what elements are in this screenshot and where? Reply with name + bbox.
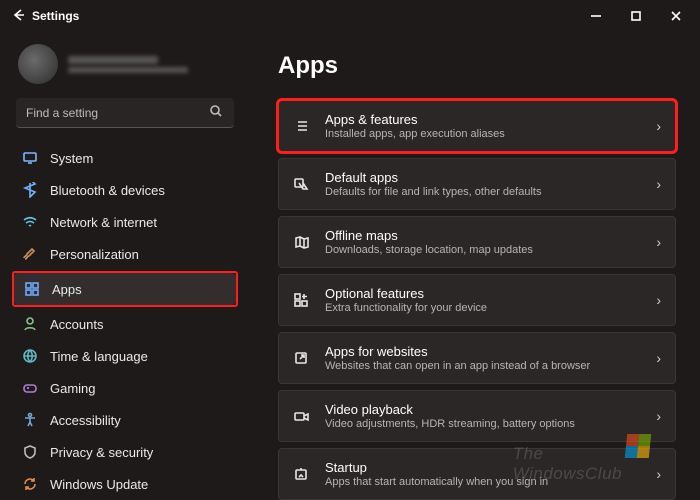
startup-icon xyxy=(291,464,311,484)
settings-card-default-apps[interactable]: Default appsDefaults for file and link t… xyxy=(278,158,676,210)
settings-card-optional-features[interactable]: Optional featuresExtra functionality for… xyxy=(278,274,676,326)
chevron-right-icon: › xyxy=(656,118,661,134)
highlight-annotation: Apps xyxy=(12,271,238,307)
card-title: Apps & features xyxy=(325,112,642,127)
gaming-icon xyxy=(22,380,38,396)
sidebar-item-label: Privacy & security xyxy=(50,445,153,460)
close-button[interactable] xyxy=(656,0,696,32)
sidebar-item-accounts[interactable]: Accounts xyxy=(12,308,238,340)
sidebar-item-label: Time & language xyxy=(50,349,148,364)
maximize-button[interactable] xyxy=(616,0,656,32)
apps-icon xyxy=(24,281,40,297)
wifi-icon xyxy=(22,214,38,230)
sidebar-item-personalization[interactable]: Personalization xyxy=(12,238,238,270)
chevron-right-icon: › xyxy=(656,292,661,308)
card-description: Downloads, storage location, map updates xyxy=(325,244,642,256)
sidebar-item-system[interactable]: System xyxy=(12,142,238,174)
sidebar-item-label: Accessibility xyxy=(50,413,121,428)
settings-card-apps-for-websites[interactable]: Apps for websitesWebsites that can open … xyxy=(278,332,676,384)
window-title: Settings xyxy=(32,9,576,23)
sidebar-item-bluetooth-devices[interactable]: Bluetooth & devices xyxy=(12,174,238,206)
card-text: Default appsDefaults for file and link t… xyxy=(325,170,642,198)
bluetooth-icon xyxy=(22,182,38,198)
sidebar-item-apps[interactable]: Apps xyxy=(14,273,236,305)
accessibility-icon xyxy=(22,412,38,428)
search-placeholder: Find a setting xyxy=(26,106,98,120)
sidebar-item-accessibility[interactable]: Accessibility xyxy=(12,404,238,436)
settings-card-startup[interactable]: StartupApps that start automatically whe… xyxy=(278,448,676,500)
sidebar-item-label: Apps xyxy=(52,282,82,297)
sidebar-item-time-language[interactable]: Time & language xyxy=(12,340,238,372)
search-icon xyxy=(208,103,224,122)
display-icon xyxy=(22,150,38,166)
map-icon xyxy=(291,232,311,252)
page-title: Apps xyxy=(278,52,676,80)
card-description: Apps that start automatically when you s… xyxy=(325,476,642,488)
card-text: Offline mapsDownloads, storage location,… xyxy=(325,228,642,256)
card-description: Defaults for file and link types, other … xyxy=(325,186,642,198)
sidebar-item-gaming[interactable]: Gaming xyxy=(12,372,238,404)
card-text: StartupApps that start automatically whe… xyxy=(325,460,642,488)
titlebar: Settings xyxy=(0,0,700,32)
card-text: Video playbackVideo adjustments, HDR str… xyxy=(325,402,642,430)
sidebar-item-windows-update[interactable]: Windows Update xyxy=(12,468,238,500)
globe-icon xyxy=(22,348,38,364)
card-description: Extra functionality for your device xyxy=(325,302,642,314)
open-app-icon xyxy=(291,348,311,368)
shield-icon xyxy=(22,444,38,460)
settings-card-offline-maps[interactable]: Offline mapsDownloads, storage location,… xyxy=(278,216,676,268)
card-title: Startup xyxy=(325,460,642,475)
list-icon xyxy=(291,116,311,136)
main-panel: Apps Apps & featuresInstalled apps, app … xyxy=(250,32,700,500)
brush-icon xyxy=(22,246,38,262)
sidebar-item-label: Gaming xyxy=(50,381,96,396)
card-description: Video adjustments, HDR streaming, batter… xyxy=(325,418,642,430)
update-icon xyxy=(22,476,38,492)
chevron-right-icon: › xyxy=(656,350,661,366)
avatar xyxy=(18,44,58,84)
chevron-right-icon: › xyxy=(656,176,661,192)
card-title: Offline maps xyxy=(325,228,642,243)
close-icon xyxy=(668,8,684,24)
sidebar-item-privacy-security[interactable]: Privacy & security xyxy=(12,436,238,468)
sidebar-item-label: Bluetooth & devices xyxy=(50,183,165,198)
profile-text xyxy=(68,56,188,73)
profile-block[interactable] xyxy=(18,44,238,84)
back-button[interactable] xyxy=(4,7,32,26)
chevron-right-icon: › xyxy=(656,408,661,424)
nav-list: System Bluetooth & devices Network & inter… xyxy=(12,142,238,500)
window-controls xyxy=(576,0,696,32)
card-title: Optional features xyxy=(325,286,642,301)
card-text: Apps for websitesWebsites that can open … xyxy=(325,344,642,372)
settings-card-list: Apps & featuresInstalled apps, app execu… xyxy=(278,100,676,500)
card-description: Installed apps, app execution aliases xyxy=(325,128,642,140)
search-input[interactable]: Find a setting xyxy=(16,98,234,128)
sidebar-item-network-internet[interactable]: Network & internet xyxy=(12,206,238,238)
video-icon xyxy=(291,406,311,426)
sidebar-item-label: System xyxy=(50,151,93,166)
card-description: Websites that can open in an app instead… xyxy=(325,360,642,372)
card-title: Apps for websites xyxy=(325,344,642,359)
sidebar-item-label: Network & internet xyxy=(50,215,157,230)
person-icon xyxy=(22,316,38,332)
settings-card-apps-features[interactable]: Apps & featuresInstalled apps, app execu… xyxy=(278,100,676,152)
chevron-right-icon: › xyxy=(656,234,661,250)
card-text: Optional featuresExtra functionality for… xyxy=(325,286,642,314)
minimize-icon xyxy=(588,8,604,24)
sidebar-item-label: Personalization xyxy=(50,247,139,262)
card-title: Video playback xyxy=(325,402,642,417)
sidebar: Find a setting System Bluetooth & devices… xyxy=(0,32,250,500)
settings-card-video-playback[interactable]: Video playbackVideo adjustments, HDR str… xyxy=(278,390,676,442)
chevron-right-icon: › xyxy=(656,466,661,482)
maximize-icon xyxy=(628,8,644,24)
default-icon xyxy=(291,174,311,194)
card-text: Apps & featuresInstalled apps, app execu… xyxy=(325,112,642,140)
minimize-button[interactable] xyxy=(576,0,616,32)
sidebar-item-label: Windows Update xyxy=(50,477,148,492)
sidebar-item-label: Accounts xyxy=(50,317,103,332)
arrow-left-icon xyxy=(10,7,26,23)
grid-plus-icon xyxy=(291,290,311,310)
card-title: Default apps xyxy=(325,170,642,185)
